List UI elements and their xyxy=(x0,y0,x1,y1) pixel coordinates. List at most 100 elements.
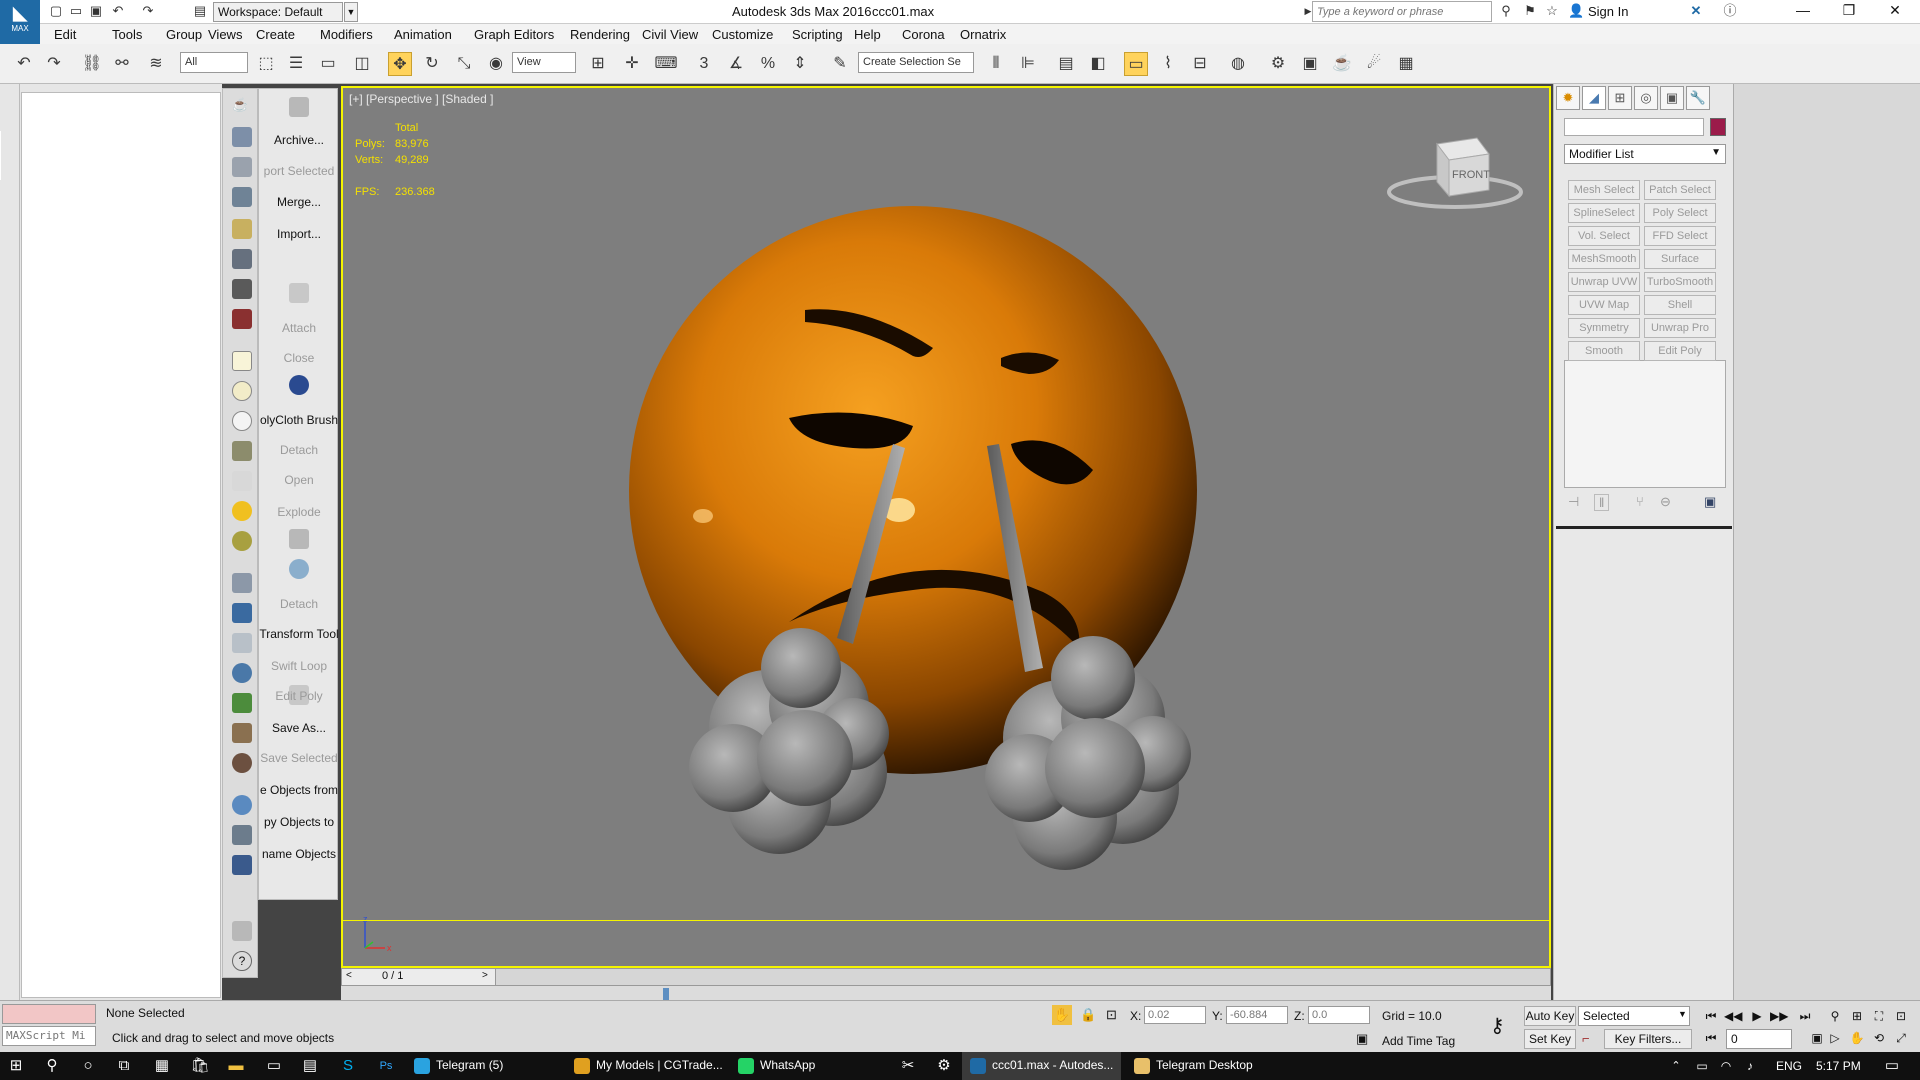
utilities-icon[interactable] xyxy=(232,921,252,941)
reference-coordinate-dropdown[interactable]: View xyxy=(512,52,576,73)
taskbar-app[interactable]: ccc01.max - Autodes... xyxy=(962,1052,1122,1080)
hair-icon[interactable] xyxy=(232,723,252,743)
sun-icon[interactable] xyxy=(232,501,252,521)
tool-item[interactable]: Open xyxy=(259,473,339,487)
help-icon[interactable]: ⓘ xyxy=(1722,3,1738,19)
modifier-button-unwrap-pro[interactable]: Unwrap Pro xyxy=(1644,318,1716,338)
zoom-all-icon[interactable]: ⊞ xyxy=(1848,1009,1866,1025)
search-input[interactable] xyxy=(1312,1,1492,22)
cortana-icon[interactable]: ○ xyxy=(78,1056,98,1076)
tool-item[interactable]: name Objects xyxy=(259,847,339,861)
select-scale-icon[interactable]: ⤡ xyxy=(452,52,476,76)
configure-sets-icon[interactable]: ▣ xyxy=(1704,494,1716,510)
tool-item[interactable]: e Objects from xyxy=(259,783,339,797)
modifier-button-symmetry[interactable]: Symmetry xyxy=(1568,318,1640,338)
restore-button[interactable]: ❐ xyxy=(1834,2,1864,22)
tool-item[interactable]: port Selected xyxy=(259,164,339,178)
file-explorer-icon[interactable]: ▬ xyxy=(226,1056,246,1076)
maxscript-listener-output[interactable] xyxy=(2,1004,96,1024)
chevron-up-icon[interactable]: ⌃ xyxy=(1666,1056,1686,1076)
tool-item[interactable]: py Objects to xyxy=(259,815,339,829)
x-coordinate-field[interactable]: 0.02 xyxy=(1144,1006,1206,1024)
plane-icon[interactable] xyxy=(232,351,252,371)
remove-modifier-icon[interactable]: ⊖ xyxy=(1660,494,1671,510)
material-ball-icon[interactable] xyxy=(232,795,252,815)
ribbon-tab-selection[interactable]: Selection xyxy=(0,241,2,290)
selection-lock-icon[interactable]: 🔒 xyxy=(1080,1007,1096,1023)
absolute-mode-icon[interactable]: ⊡ xyxy=(1106,1007,1117,1023)
key-filters-button[interactable]: Key Filters... xyxy=(1604,1029,1692,1049)
y-coordinate-field[interactable]: -60.884 xyxy=(1226,1006,1288,1024)
material-editor-icon[interactable]: ◍ xyxy=(1226,52,1250,76)
layer-explorer-icon[interactable]: ◧ xyxy=(1086,52,1110,76)
undo-icon[interactable]: ↶ xyxy=(12,52,36,76)
render-setup-icon[interactable]: ⚙ xyxy=(1266,52,1290,76)
wifi-icon[interactable]: ◠ xyxy=(1716,1056,1736,1076)
next-frame-icon[interactable]: > xyxy=(482,970,488,981)
windows-start-icon[interactable]: ⊞ xyxy=(6,1056,26,1076)
tool-item[interactable]: Close xyxy=(259,351,339,365)
isolate-selection-icon[interactable]: ✋ xyxy=(1052,1005,1072,1025)
globe-icon[interactable] xyxy=(232,663,252,683)
calculator-icon[interactable]: ▦ xyxy=(152,1056,172,1076)
play-icon[interactable]: ▶ xyxy=(1748,1009,1766,1025)
menu-animation[interactable]: Animation xyxy=(394,27,452,42)
schematic-view-icon[interactable]: ⊟ xyxy=(1188,52,1212,76)
tool-item[interactable]: Save Selected xyxy=(259,751,339,765)
network-icon[interactable]: ▭ xyxy=(1692,1056,1712,1076)
minimize-button[interactable]: — xyxy=(1788,2,1818,22)
time-configuration-icon[interactable]: ▣ xyxy=(1808,1031,1826,1047)
rectangular-selection-icon[interactable]: ▭ xyxy=(316,52,340,76)
save-icon[interactable]: ▣ xyxy=(88,3,104,19)
modifier-button-smooth[interactable]: Smooth xyxy=(1568,341,1640,361)
bind-space-warp-icon[interactable]: ≋ xyxy=(144,52,168,76)
help-icon[interactable]: ? xyxy=(232,951,252,971)
key-mode-toggle-icon[interactable]: ⏮ xyxy=(1702,1031,1720,1047)
camera-icon[interactable] xyxy=(232,249,252,269)
spinner-snap-icon[interactable]: ⇕ xyxy=(788,52,812,76)
network-app-icon[interactable]: ▤ xyxy=(300,1056,320,1076)
copy-objects-icon[interactable] xyxy=(232,825,252,845)
menu-corona[interactable]: Corona xyxy=(902,27,945,42)
edit-named-selection-icon[interactable]: ✎ xyxy=(828,52,852,76)
search-icon[interactable]: ⚲ xyxy=(42,1056,62,1076)
project-folder-icon[interactable]: ▤ xyxy=(192,3,208,19)
set-key-button[interactable]: Set Key xyxy=(1524,1029,1576,1049)
maxscript-mini-listener[interactable]: MAXScript Mi xyxy=(2,1026,96,1046)
redo-icon[interactable]: ↷ xyxy=(140,3,156,19)
search-icon[interactable]: ⚲ xyxy=(1498,3,1514,19)
workspace-dropdown[interactable]: Workspace: Default xyxy=(213,2,343,22)
menu-civil-view[interactable]: Civil View xyxy=(642,27,698,42)
create-tab-icon[interactable]: ✹ xyxy=(1556,86,1580,110)
taskbar-app[interactable]: WhatsApp xyxy=(730,1052,823,1080)
new-file-icon[interactable]: ▢ xyxy=(48,3,64,19)
percent-snap-icon[interactable]: % xyxy=(756,52,780,76)
modifier-button-patch-select[interactable]: Patch Select xyxy=(1644,180,1716,200)
render-active-shade-icon[interactable]: ▦ xyxy=(1394,52,1418,76)
pivot-center-icon[interactable]: ⊞ xyxy=(586,52,610,76)
key-icon[interactable]: ⚷ xyxy=(1490,1013,1505,1038)
go-to-end-icon[interactable]: ⏭ xyxy=(1796,1009,1814,1025)
perspective-viewport[interactable]: [+] [Perspective ] [Shaded ] Total Polys… xyxy=(341,86,1551,968)
render-iterative-icon[interactable]: ☄ xyxy=(1362,52,1386,76)
time-slider-thumb[interactable]: < 0 / 1 > xyxy=(342,969,496,985)
modifier-button-turbosmooth[interactable]: TurboSmooth xyxy=(1644,272,1716,292)
close-button[interactable]: ✕ xyxy=(1880,2,1910,22)
modifier-button-vol-select[interactable]: Vol. Select xyxy=(1568,226,1640,246)
menu-tools[interactable]: Tools xyxy=(112,27,142,42)
key-mode-dropdown[interactable]: Selected xyxy=(1578,1006,1690,1026)
cone-icon[interactable] xyxy=(232,471,252,491)
tool-item[interactable]: Edit Poly xyxy=(259,689,339,703)
modifier-button-unwrap-uvw[interactable]: Unwrap UVW xyxy=(1568,272,1640,292)
zoom-extents-all-icon[interactable]: ⊡ xyxy=(1892,1009,1910,1025)
angry-emoji-model[interactable] xyxy=(583,198,1343,898)
sphere-icon[interactable] xyxy=(232,411,252,431)
film-icon[interactable] xyxy=(232,309,252,329)
menu-help[interactable]: Help xyxy=(854,27,881,42)
light-icon[interactable] xyxy=(232,219,252,239)
ribbon-toggle-icon[interactable]: ▭ xyxy=(1124,52,1148,76)
motion-tab-icon[interactable]: ◎ xyxy=(1634,86,1658,110)
select-object-icon[interactable]: ⬚ xyxy=(254,52,278,76)
skype-icon[interactable]: S xyxy=(338,1056,358,1076)
modifier-stack[interactable] xyxy=(1564,360,1726,488)
